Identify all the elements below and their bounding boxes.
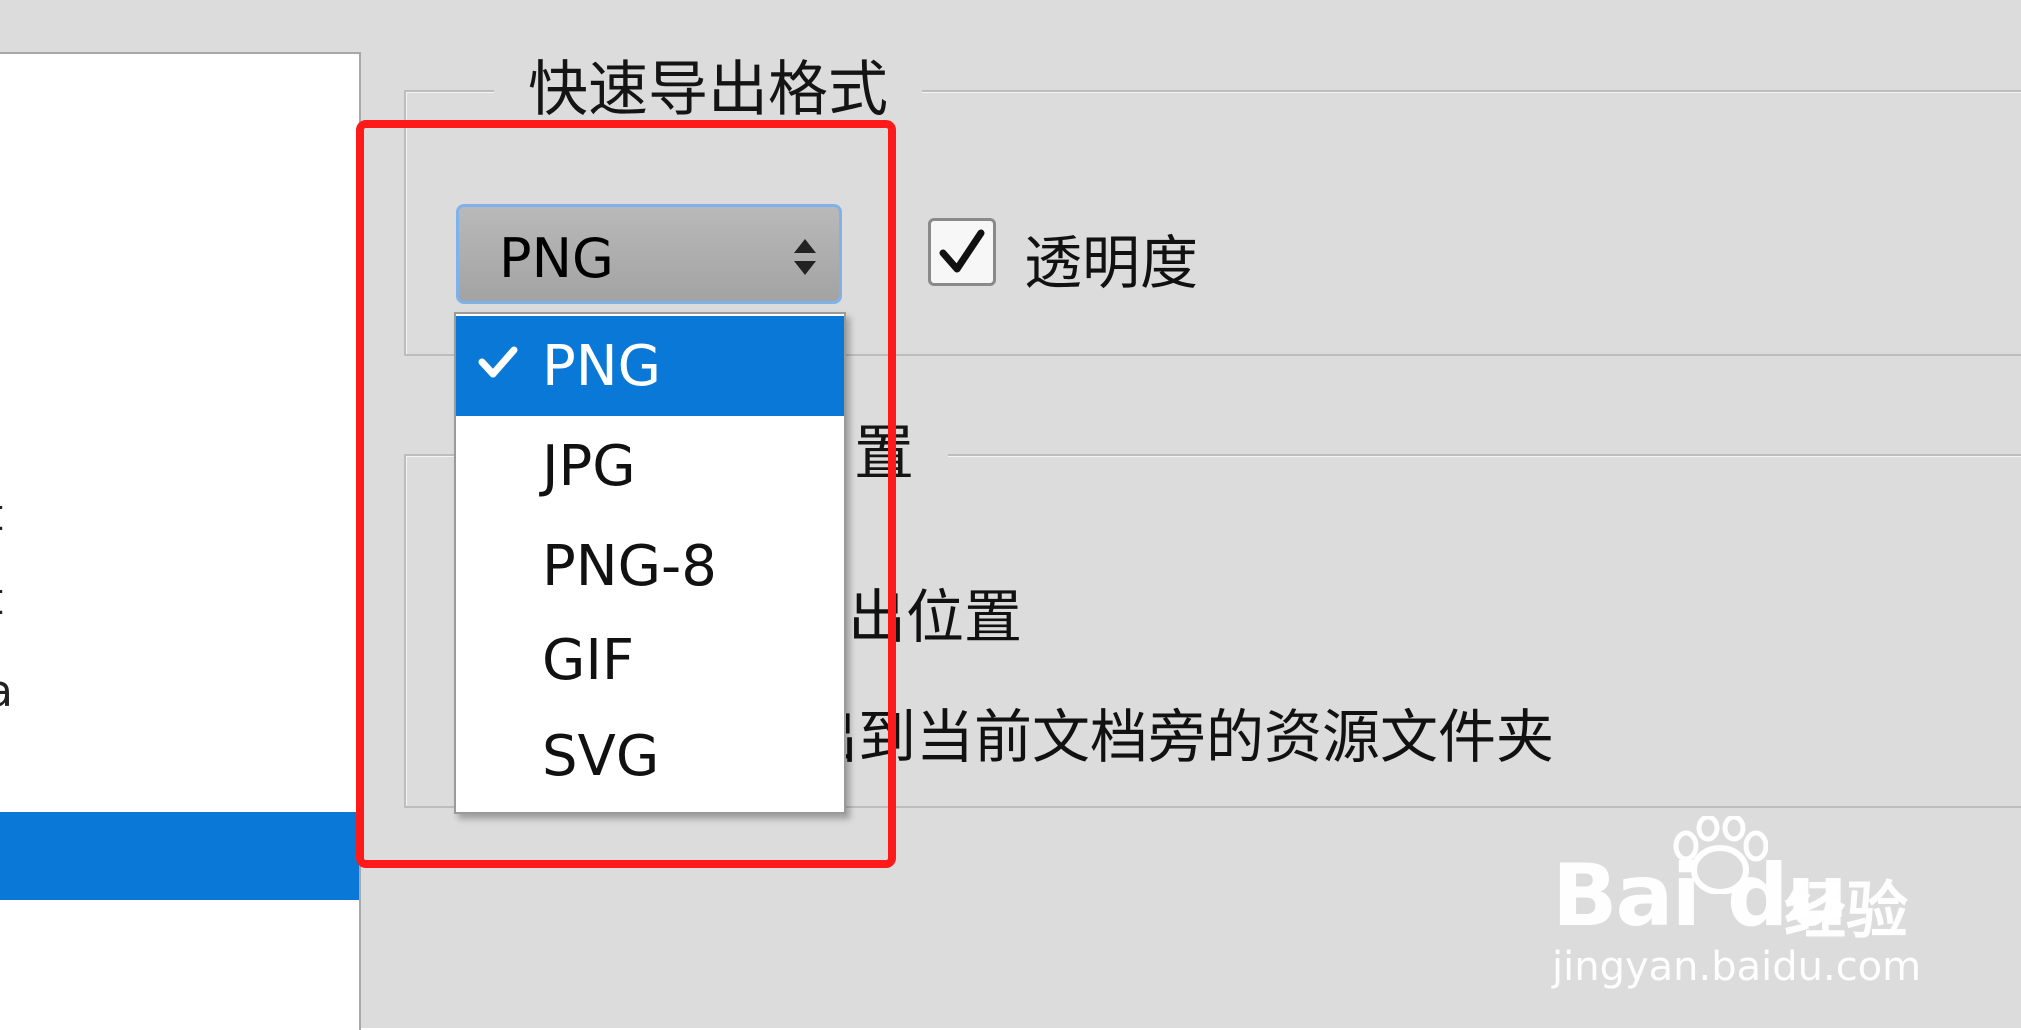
checkmark-icon: [939, 229, 985, 273]
transparency-label: 透明度: [1024, 229, 1199, 297]
left-category-list: t t a: [0, 52, 361, 1030]
preferences-dialog: t t a 快速导出格式 置 PNG 透明度 导出位置 出到当前文档旁的资源文件…: [0, 0, 2021, 1030]
left-list-selected-item[interactable]: [0, 812, 359, 900]
watermark-url: jingyan.baidu.com: [1552, 944, 1922, 990]
left-list-item-fragment[interactable]: t: [0, 574, 3, 625]
transparency-checkbox[interactable]: [928, 218, 996, 286]
export-format-group-title: 快速导出格式: [494, 60, 922, 120]
baidu-jingyan-watermark: Bai du 经验 jingyan.baidu.com: [1552, 816, 1932, 996]
left-list-item-fragment[interactable]: t: [0, 490, 3, 541]
watermark-brand-cn: 经验: [1784, 874, 1909, 947]
annotation-highlight-box: [356, 120, 896, 868]
export-location-option-2[interactable]: 出到当前文档旁的资源文件夹: [800, 690, 1554, 774]
left-list-item-fragment[interactable]: a: [0, 666, 13, 717]
